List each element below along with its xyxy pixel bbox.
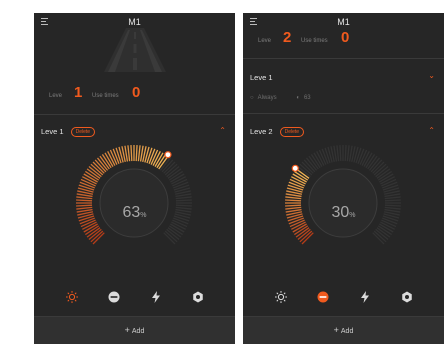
mode-selector: [243, 290, 444, 306]
hexagon-icon[interactable]: [400, 290, 414, 304]
lightning-icon[interactable]: [149, 290, 163, 304]
hexagon-icon[interactable]: [191, 290, 205, 304]
level-value: 1: [74, 84, 83, 101]
dial-tick: [336, 145, 340, 162]
dial-tick: [175, 199, 192, 202]
delete-button[interactable]: Delete: [70, 127, 96, 137]
page-title: M1: [128, 17, 141, 27]
phone-screen-1: M1 Leve 1 Use times 0 Leve 1 Delete ⌃ 63…: [34, 13, 235, 344]
dial-tick-active: [135, 145, 138, 162]
brightness-unit: %: [140, 212, 147, 219]
brightness-value: 30: [331, 204, 350, 221]
dial-tick: [384, 199, 401, 202]
dial-tick: [346, 145, 350, 162]
dial-tick-active: [76, 199, 93, 202]
dial-knob: [99, 168, 169, 238]
dial-tick: [175, 196, 192, 200]
road-icon: [104, 28, 166, 72]
mode-label: Always: [257, 95, 277, 101]
use-times-value: 0: [132, 84, 141, 101]
dial-tick: [339, 145, 342, 162]
divider: [243, 113, 444, 114]
add-label: Add: [340, 328, 354, 335]
dial-tick-active: [127, 145, 131, 162]
level-label: Leve: [49, 93, 63, 99]
delete-button[interactable]: Delete: [279, 127, 305, 137]
dial-handle[interactable]: [291, 164, 299, 172]
level-row-collapsed[interactable]: Leve 1: [250, 73, 273, 82]
dial-tick: [384, 196, 401, 200]
mode-selector: [34, 290, 235, 306]
plus-icon: +: [333, 325, 339, 335]
brightness-readout: 63%: [34, 204, 235, 222]
sos-icon[interactable]: [107, 290, 121, 304]
level-value: 2: [283, 29, 292, 46]
chevron-down-icon[interactable]: ⌄: [428, 71, 435, 80]
plus-icon: +: [124, 325, 130, 335]
add-button[interactable]: + Add: [34, 316, 235, 344]
divider: [34, 114, 235, 115]
brightness-readout: 30%: [243, 204, 444, 222]
lightning-icon[interactable]: [358, 290, 372, 304]
brightness-small-icon: ◐: [296, 95, 300, 101]
divider: [243, 58, 444, 59]
clock-icon: ○: [250, 95, 254, 101]
sun-icon[interactable]: [65, 290, 79, 304]
use-times-label: Use times: [92, 93, 119, 99]
chevron-up-icon[interactable]: ⌃: [428, 126, 435, 135]
level-row-header[interactable]: Leve 2 Delete: [250, 127, 305, 137]
sun-icon[interactable]: [274, 290, 288, 304]
brightness-unit: %: [349, 212, 356, 219]
brightness-value: 63: [122, 204, 141, 221]
chevron-up-icon[interactable]: ⌃: [219, 126, 226, 135]
usage-summary: Leve 1 Use times 0: [34, 84, 235, 103]
collapsed-level-title: Leve 1: [250, 73, 273, 82]
level-title: Leve 2: [250, 127, 273, 136]
sos-icon[interactable]: [316, 290, 330, 304]
collapsed-value: 63: [303, 95, 311, 101]
level-row-header[interactable]: Leve 1 Delete: [41, 127, 96, 137]
add-label: Add: [131, 328, 145, 335]
dial-tick-active: [285, 196, 302, 200]
dial-tick-active: [130, 145, 133, 162]
collapsed-level-info: ○ Always ◐ 63: [250, 95, 315, 101]
use-times-value: 0: [341, 29, 350, 46]
level-label: Leve: [258, 38, 272, 44]
usage-summary: Leve 2 Use times 0: [243, 29, 444, 48]
level-title: Leve 1: [41, 127, 64, 136]
dial-knob: [308, 168, 378, 238]
dial-handle[interactable]: [164, 151, 172, 159]
page-title: M1: [337, 17, 350, 27]
phone-screen-2: M1 Leve 2 Use times 0 Leve 1 ⌄ ○ Always ◐…: [243, 13, 444, 344]
dial-tick: [344, 145, 347, 162]
dial-tick-active: [285, 199, 302, 202]
use-times-label: Use times: [301, 38, 328, 44]
dial-tick-active: [137, 145, 141, 162]
add-button[interactable]: + Add: [243, 316, 444, 344]
dial-tick-active: [76, 196, 93, 200]
